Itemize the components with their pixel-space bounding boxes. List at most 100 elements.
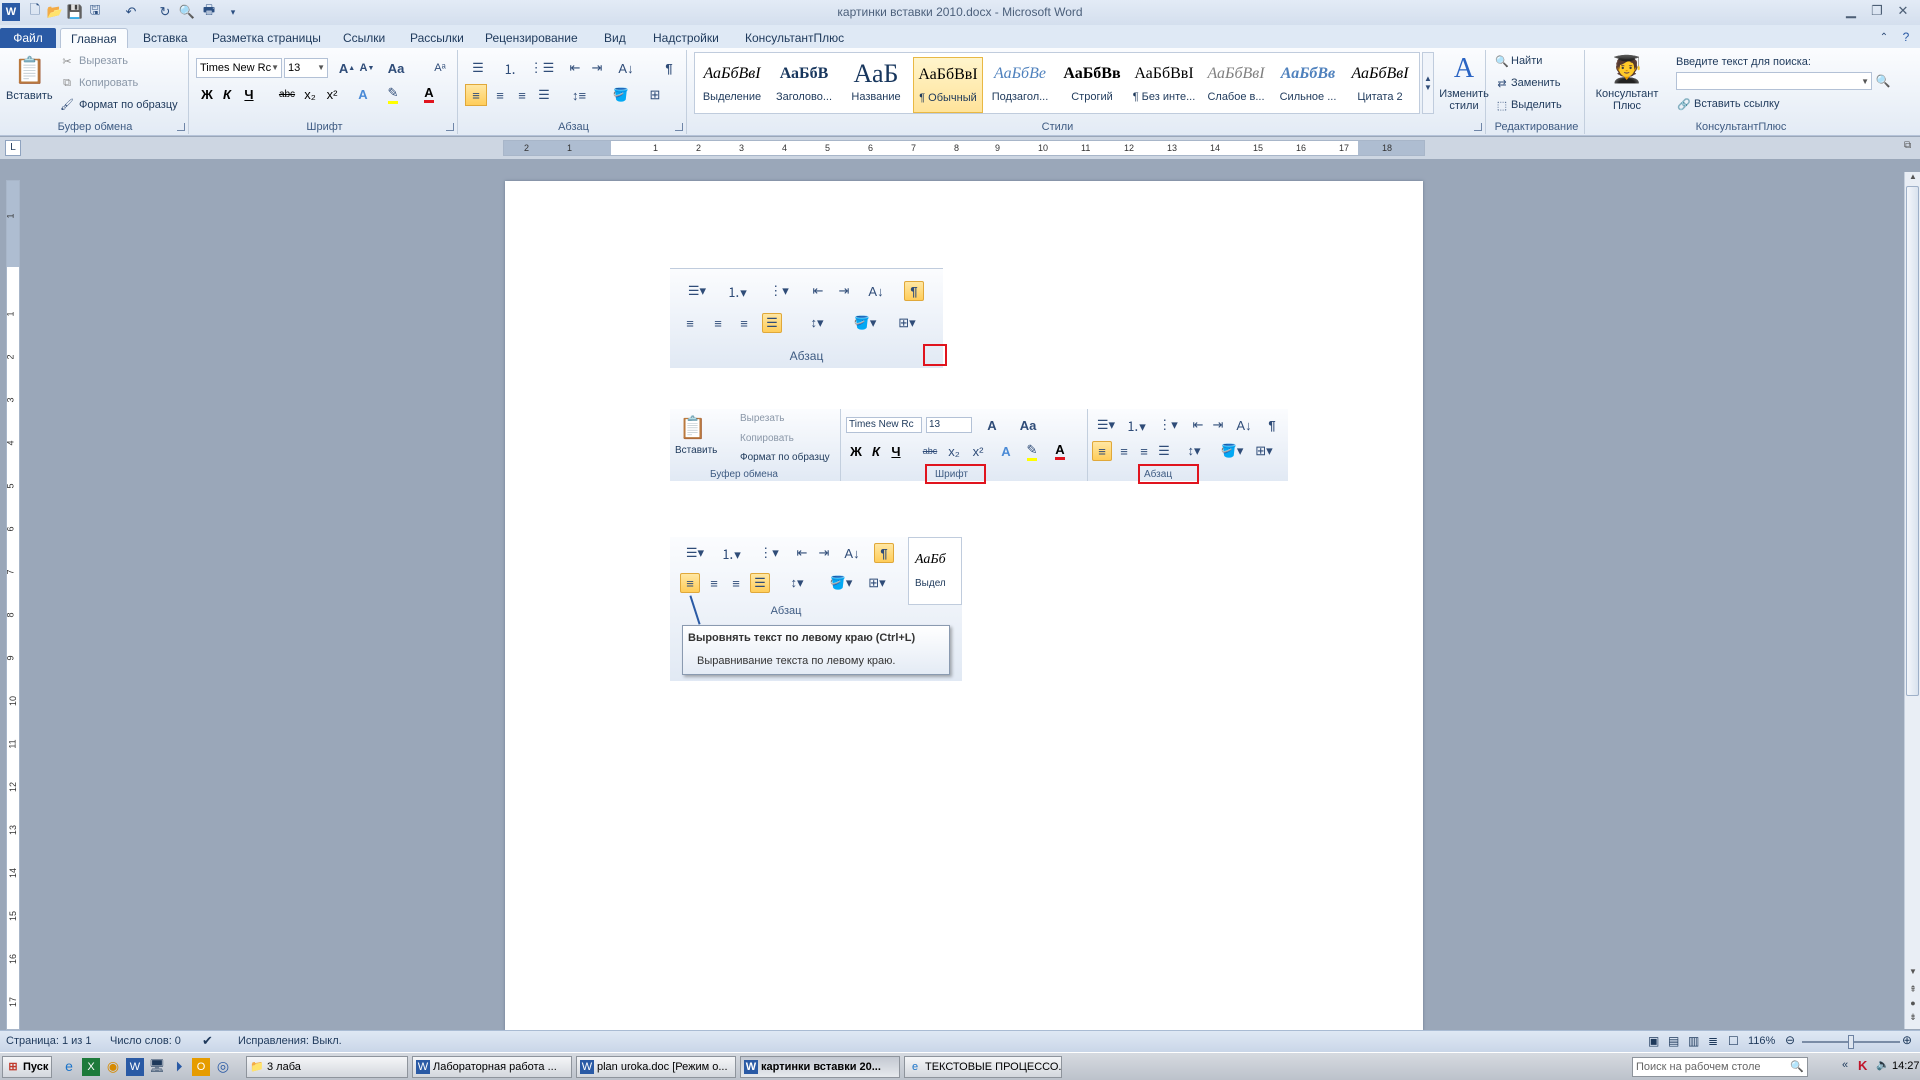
italic-button[interactable]: К — [218, 84, 236, 104]
line-spacing-icon[interactable]: ↕≡ — [565, 84, 593, 106]
format-painter-button[interactable]: Формат по образцу — [79, 99, 178, 111]
previous-page-icon[interactable]: ⇞ — [1906, 984, 1920, 998]
style-no-spacing[interactable]: АаБбВвІ ¶ Без инте... — [1129, 57, 1199, 113]
tab-addins[interactable]: Надстройки — [643, 28, 729, 49]
image-home-ribbon-groups[interactable]: 📋 Вставить Вырезать Копировать Формат по… — [670, 409, 1288, 484]
search-icon[interactable]: 🔍 — [1790, 1060, 1804, 1073]
maximize-button[interactable]: ❐ — [1866, 2, 1888, 20]
highlight-color-icon[interactable]: ✎ — [382, 84, 404, 104]
zoom-slider-thumb[interactable] — [1848, 1035, 1854, 1049]
show-marks-icon[interactable]: ¶ — [659, 58, 679, 78]
justify-button[interactable]: ☰ — [533, 84, 555, 106]
app-icon[interactable]: ◉ — [104, 1058, 122, 1076]
styles-dialog-launcher[interactable] — [1474, 123, 1482, 131]
browser-icon[interactable]: ◎ — [214, 1058, 232, 1076]
select-button[interactable]: Выделить — [1511, 99, 1562, 111]
search-icon[interactable]: 🔍 — [1874, 72, 1892, 90]
taskbar-item-current[interactable]: Wкартинки вставки 20... — [740, 1056, 900, 1078]
change-styles-button[interactable]: Изменить стили — [1434, 88, 1494, 112]
tab-mailings[interactable]: Рассылки — [400, 28, 474, 49]
styles-scroll-icon[interactable]: ▲ ▼ — [1422, 52, 1434, 114]
font-dialog-launcher[interactable] — [446, 123, 454, 131]
subscript-button[interactable]: x₂ — [300, 84, 320, 104]
consultant-avatar-icon[interactable]: 🧑‍🎓 — [1610, 52, 1644, 86]
taskbar-item-folder[interactable]: 📁 3 лаба — [246, 1056, 408, 1078]
tab-view[interactable]: Вид — [594, 28, 636, 49]
media-player-icon[interactable]: ⏵ — [170, 1058, 188, 1076]
desktop-search-input[interactable]: Поиск на рабочем столе 🔍 — [1632, 1057, 1808, 1077]
grow-font-icon[interactable]: A ▲ — [338, 58, 356, 78]
full-screen-reading-icon[interactable]: ▤ — [1668, 1034, 1679, 1048]
increase-indent-icon[interactable]: ⇥ — [587, 58, 607, 78]
tab-review[interactable]: Рецензирование — [475, 28, 588, 49]
office-app-icon[interactable]: O — [192, 1058, 210, 1076]
style-heading[interactable]: АаБбВ Заголово... — [769, 57, 839, 113]
taskbar-item-browser[interactable]: e ТЕКСТОВЫЕ ПРОЦЕССО... — [904, 1056, 1062, 1078]
tab-insert[interactable]: Вставка — [133, 28, 198, 49]
spelling-check-icon[interactable]: ✔ — [202, 1033, 213, 1049]
align-right-button[interactable]: ≡ — [511, 84, 533, 106]
tab-home[interactable]: Главная — [60, 28, 128, 49]
clock[interactable]: 14:27 — [1892, 1060, 1920, 1072]
shrink-font-icon[interactable]: A ▼ — [358, 58, 376, 78]
style-title[interactable]: АаБ Название — [841, 57, 911, 113]
find-button[interactable]: Найти — [1511, 55, 1542, 67]
style-emphasis[interactable]: АаБбВвІ Выделение — [697, 57, 767, 113]
style-quote-2[interactable]: АаБбВвІ Цитата 2 — [1345, 57, 1415, 113]
excel-icon[interactable]: X — [82, 1058, 100, 1076]
volume-icon[interactable]: 🔈 — [1876, 1058, 1892, 1074]
text-effects-icon[interactable]: A — [352, 84, 374, 104]
clear-formatting-icon[interactable]: Aᵃ — [430, 58, 450, 78]
consultant-search-input[interactable]: ▼ — [1676, 72, 1872, 90]
font-size-combo[interactable]: 13 ▼ — [284, 58, 328, 78]
view-ruler-icon[interactable]: ⧉ — [1904, 140, 1918, 156]
scroll-thumb[interactable] — [1906, 186, 1919, 696]
tab-references[interactable]: Ссылки — [333, 28, 395, 49]
help-icon[interactable]: ? — [1898, 29, 1914, 45]
tab-consultantplus[interactable]: КонсультантПлюс — [735, 28, 854, 49]
multilevel-list-icon[interactable]: ⋮☰ — [529, 58, 555, 78]
draft-icon[interactable]: ☐ — [1728, 1034, 1739, 1048]
zoom-in-icon[interactable]: ⊕ — [1902, 1033, 1912, 1047]
tab-selector-icon[interactable]: L — [5, 140, 21, 156]
style-strong[interactable]: АаБбВв Строгий — [1057, 57, 1127, 113]
superscript-button[interactable]: x² — [322, 84, 342, 104]
replace-button[interactable]: Заменить — [1511, 77, 1560, 89]
bullets-icon[interactable]: ☰ — [465, 58, 491, 78]
tab-page-layout[interactable]: Разметка страницы — [202, 28, 331, 49]
next-page-icon[interactable]: ⇟ — [1906, 1012, 1920, 1026]
copy-button[interactable]: Копировать — [79, 77, 138, 89]
consultant-button[interactable]: Консультант Плюс — [1592, 88, 1662, 112]
font-color-icon[interactable]: A — [418, 84, 440, 104]
zoom-level[interactable]: 116% — [1748, 1035, 1775, 1047]
sort-icon[interactable]: A↓ — [615, 58, 637, 78]
track-changes-status[interactable]: Исправления: Выкл. — [238, 1035, 342, 1047]
start-button[interactable]: ⊞ Пуск — [2, 1056, 52, 1078]
decrease-indent-icon[interactable]: ⇤ — [565, 58, 585, 78]
underline-button[interactable]: Ч — [238, 84, 260, 104]
style-normal[interactable]: АаБбВвІ ¶ Обычный — [913, 57, 983, 113]
antivirus-icon[interactable]: K — [1858, 1058, 1874, 1074]
bold-button[interactable]: Ж — [198, 84, 216, 104]
image-align-left-tooltip[interactable]: ☰▾ ⒈▾ ⋮▾ ⇤ ⇥ A↓ ¶ ≡ ≡ ≡ ☰ ↕▾ 🪣▾ ⊞▾ Абзац… — [670, 537, 962, 681]
print-layout-icon[interactable]: ▣ — [1648, 1034, 1659, 1048]
tab-file[interactable]: Файл — [0, 28, 56, 49]
web-layout-icon[interactable]: ▥ — [1688, 1034, 1699, 1048]
vertical-scrollbar[interactable]: ▲ ▼ ⇞ ● ⇟ — [1904, 172, 1920, 1029]
change-styles-icon[interactable]: A — [1446, 52, 1482, 86]
font-name-combo[interactable]: Times New Rc ▼ — [196, 58, 282, 78]
paragraph-dialog-launcher[interactable] — [675, 123, 683, 131]
page-count[interactable]: Страница: 1 из 1 — [6, 1035, 92, 1047]
cut-button[interactable]: Вырезать — [79, 55, 128, 67]
image-paragraph-group[interactable]: ☰▾ ⒈▾ ⋮▾ ⇤ ⇥ A↓ ¶ ≡ ≡ ≡ ☰ ↕▾ 🪣▾ ⊞▾ Абзац — [670, 268, 947, 368]
scroll-up-icon[interactable]: ▲ — [1906, 172, 1920, 186]
clipboard-dialog-launcher[interactable] — [177, 123, 185, 131]
minimize-ribbon-icon[interactable]: ⌃ — [1876, 29, 1892, 45]
change-case-icon[interactable]: Aa — [382, 58, 410, 78]
show-hidden-icons-icon[interactable]: « — [1842, 1059, 1854, 1075]
minimize-button[interactable]: ▁ — [1840, 2, 1862, 20]
shading-icon[interactable]: 🪣 — [607, 84, 635, 106]
word-icon[interactable]: W — [126, 1058, 144, 1076]
align-left-button[interactable]: ≡ — [465, 84, 487, 106]
strikethrough-button[interactable]: abc — [276, 84, 298, 104]
